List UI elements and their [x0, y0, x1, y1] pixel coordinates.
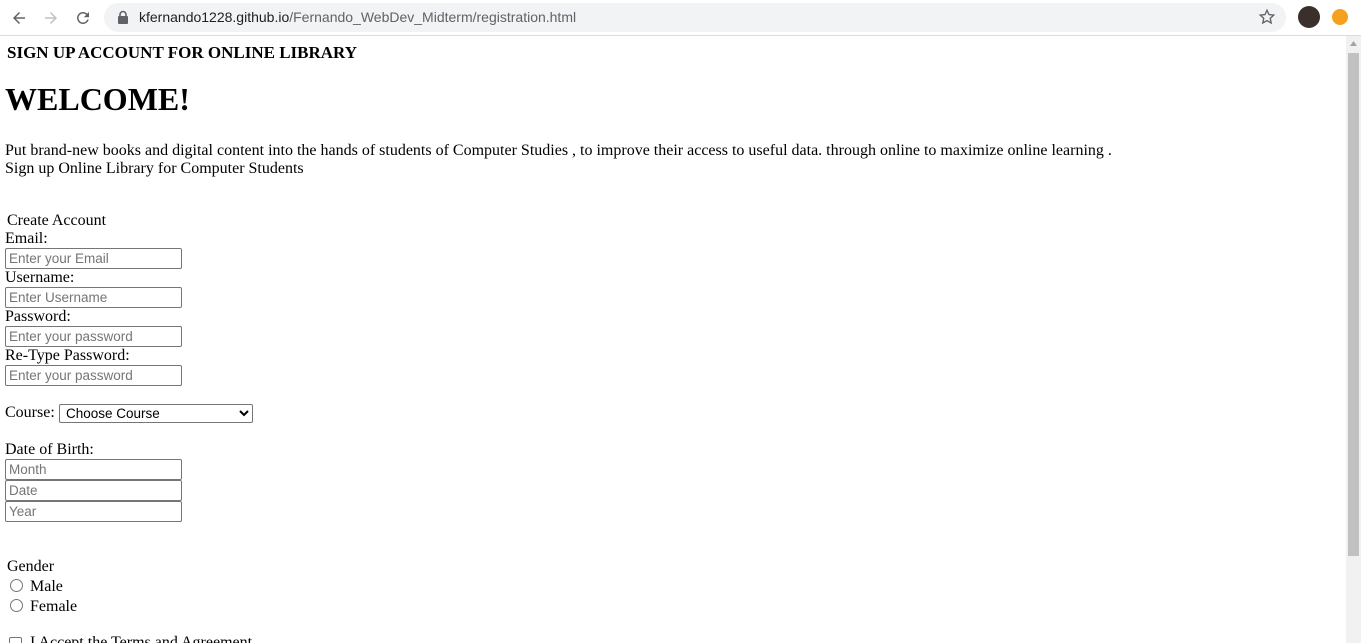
forward-button[interactable] — [39, 6, 63, 30]
url-host: kfernando1228.github.io — [139, 9, 290, 25]
date-field[interactable] — [5, 480, 182, 501]
gender-legend: Gender — [7, 558, 55, 575]
form-legend: Create Account — [7, 212, 107, 229]
female-radio[interactable] — [10, 599, 23, 612]
male-radio[interactable] — [10, 579, 23, 592]
reload-icon — [77, 11, 89, 24]
lock-icon — [118, 10, 128, 24]
forward-arrow-icon — [45, 12, 57, 24]
back-button[interactable] — [7, 6, 31, 30]
username-label: Username: — [5, 269, 75, 286]
url-text: kfernando1228.github.io/Fernando_WebDev_… — [139, 9, 576, 25]
browser-toolbar: kfernando1228.github.io/Fernando_WebDev_… — [0, 0, 1361, 36]
course-label: Course: — [5, 404, 55, 421]
bookmark-star-icon[interactable] — [1258, 8, 1276, 26]
password-field[interactable] — [5, 326, 182, 347]
address-bar[interactable]: kfernando1228.github.io/Fernando_WebDev_… — [104, 3, 1286, 32]
scrollbar-thumb[interactable] — [1348, 53, 1359, 556]
scroll-up-arrow-icon[interactable] — [1346, 36, 1361, 51]
reload-button[interactable] — [71, 6, 95, 30]
female-label: Female — [30, 598, 78, 615]
male-label: Male — [30, 578, 63, 595]
page-header: SIGN UP ACCOUNT FOR ONLINE LIBRARY — [7, 43, 358, 62]
scrollbar[interactable] — [1346, 36, 1361, 643]
email-label: Email: — [5, 230, 48, 247]
year-field[interactable] — [5, 501, 182, 522]
url-path: /Fernando_WebDev_Midterm/registration.ht… — [289, 9, 577, 25]
page-content: SIGN UP ACCOUNT FOR ONLINE LIBRARY WELCO… — [0, 36, 1346, 643]
retype-password-label: Re-Type Password: — [5, 347, 130, 364]
back-arrow-icon — [13, 12, 25, 24]
month-field[interactable] — [5, 459, 182, 480]
extension-icon[interactable] — [1332, 9, 1348, 25]
dob-label: Date of Birth: — [5, 441, 94, 458]
course-select[interactable]: Choose Course — [59, 404, 253, 423]
profile-avatar[interactable] — [1298, 6, 1320, 28]
retype-password-field[interactable] — [5, 365, 182, 386]
intro-subtext: Sign up Online Library for Computer Stud… — [5, 160, 304, 177]
intro-text: Put brand-new books and digital content … — [5, 142, 1112, 159]
terms-checkbox[interactable] — [9, 637, 22, 643]
email-field[interactable] — [5, 248, 182, 269]
terms-label: I Accept the Terms and Agreement — [30, 634, 253, 643]
password-label: Password: — [5, 308, 71, 325]
welcome-heading: WELCOME! — [5, 81, 190, 117]
username-field[interactable] — [5, 287, 182, 308]
